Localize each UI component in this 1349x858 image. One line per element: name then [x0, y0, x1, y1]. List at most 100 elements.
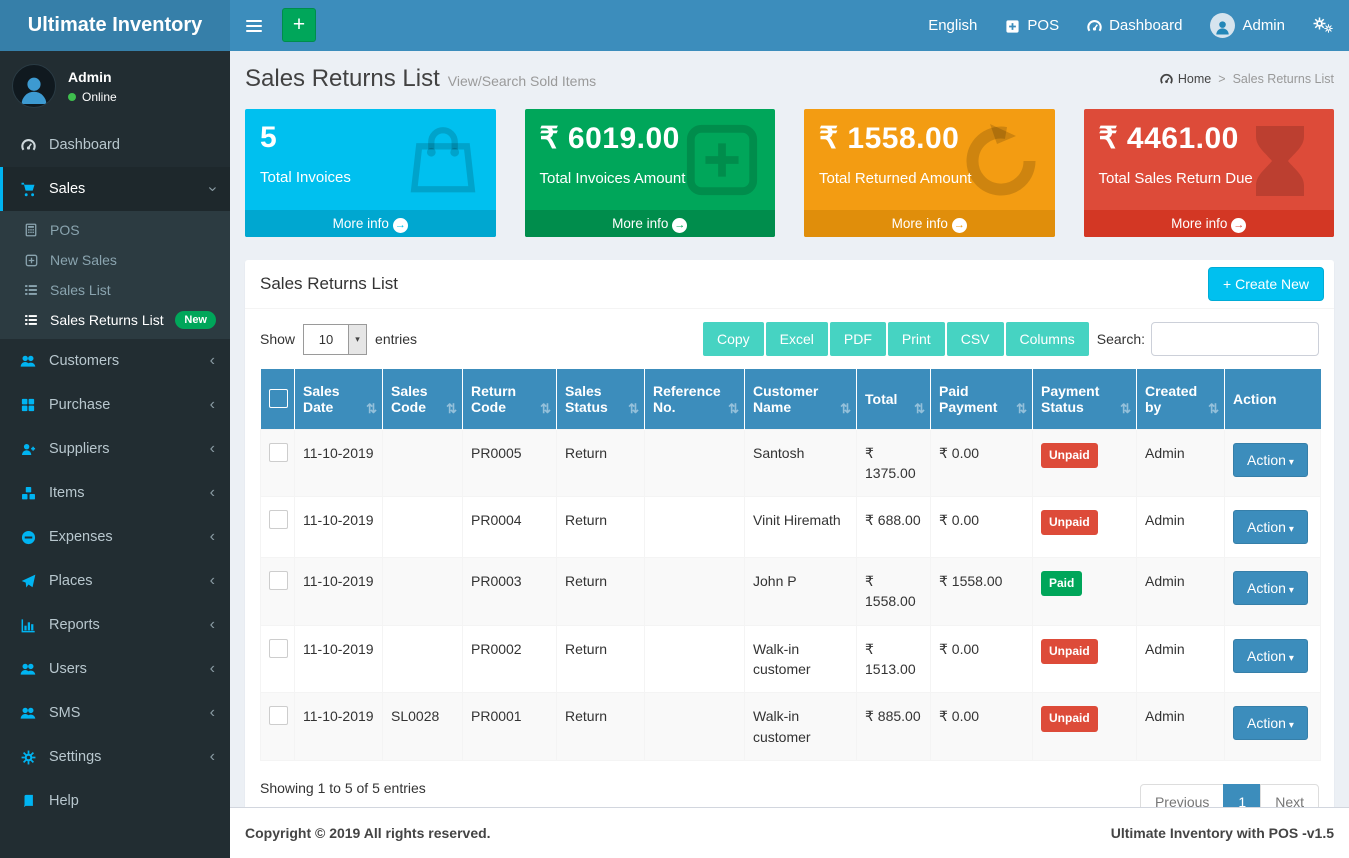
users-icon: [18, 661, 38, 677]
action-button[interactable]: Action▾: [1233, 639, 1308, 673]
breadcrumb-home[interactable]: Home: [1160, 72, 1211, 86]
table-header-row: Sales Date⇅ Sales Code⇅ Return Code⇅ Sal…: [261, 369, 1321, 429]
sidebar-item-places[interactable]: Places ‹: [0, 559, 230, 603]
panel-heading: Sales Returns List + Create New: [245, 260, 1334, 309]
nav-language[interactable]: English: [914, 0, 991, 51]
cell-action: Action▾: [1225, 429, 1321, 497]
pagination-next[interactable]: Next: [1260, 784, 1319, 807]
row-checkbox[interactable]: [269, 639, 288, 658]
grid-icon: [18, 398, 38, 412]
cell-sales-date: 11-10-2019: [295, 693, 383, 761]
create-new-button[interactable]: + Create New: [1208, 267, 1324, 301]
action-button[interactable]: Action▾: [1233, 443, 1308, 477]
app-logo[interactable]: Ultimate Inventory: [0, 0, 230, 51]
nav-settings[interactable]: [1299, 0, 1349, 51]
table-footer: Showing 1 to 5 of 5 entries Previous 1 N…: [260, 776, 1319, 807]
more-info-link[interactable]: More info→: [245, 210, 496, 237]
column-header-sales-status[interactable]: Sales Status⇅: [557, 369, 645, 429]
sidebar-item-sms[interactable]: SMS ‹: [0, 691, 230, 735]
sort-icon: ⇅: [840, 401, 851, 417]
select-all-checkbox[interactable]: [269, 389, 288, 408]
nav-pos[interactable]: POS: [991, 0, 1073, 51]
export-button[interactable]: Print: [888, 322, 945, 356]
cell-reference-no: [645, 625, 745, 693]
sidebar-item-suppliers[interactable]: Suppliers ‹: [0, 427, 230, 471]
page-footer: Copyright © 2019 All rights reserved. Ul…: [230, 807, 1349, 858]
cell-sales-code: SL0028: [383, 693, 463, 761]
cell-created-by: Admin: [1137, 625, 1225, 693]
cell-customer-name: John P: [745, 558, 857, 626]
cubes-icon: [18, 486, 38, 501]
circle-arrow-icon: →: [393, 218, 408, 233]
column-header-customer-name[interactable]: Customer Name⇅: [745, 369, 857, 429]
column-header-paid-payment[interactable]: Paid Payment⇅: [931, 369, 1033, 429]
pagination-page-1[interactable]: 1: [1223, 784, 1261, 807]
sidebar-item-sales[interactable]: Sales ‹: [0, 167, 230, 211]
column-header-reference-no[interactable]: Reference No.⇅: [645, 369, 745, 429]
export-button[interactable]: CSV: [947, 322, 1004, 356]
export-button[interactable]: Columns: [1006, 322, 1089, 356]
page-length-select[interactable]: 10 ▾: [303, 324, 367, 355]
sort-icon: ⇅: [1120, 401, 1131, 417]
sidebar-item-sales-returns-list[interactable]: Sales Returns List New: [0, 305, 230, 335]
row-checkbox[interactable]: [269, 510, 288, 529]
version-text: Ultimate Inventory with POS -v1.5: [1111, 825, 1334, 841]
sidebar-item-pos[interactable]: POS: [0, 215, 230, 245]
column-header-sales-date[interactable]: Sales Date⇅: [295, 369, 383, 429]
search-label: Search:: [1097, 331, 1145, 347]
sidebar-item-purchase[interactable]: Purchase ‹: [0, 383, 230, 427]
sidebar-item-settings[interactable]: Settings ‹: [0, 735, 230, 779]
sidebar-item-help[interactable]: Help: [0, 779, 230, 823]
sidebar-toggle-icon[interactable]: [230, 0, 278, 51]
pagination-previous[interactable]: Previous: [1140, 784, 1224, 807]
export-button[interactable]: Copy: [703, 322, 764, 356]
cell-sales-status: Return: [557, 693, 645, 761]
sidebar-item-dashboard[interactable]: Dashboard: [0, 123, 230, 167]
export-button[interactable]: Excel: [766, 322, 828, 356]
sort-icon: ⇅: [366, 401, 377, 417]
cell-return-code: PR0003: [463, 558, 557, 626]
more-info-link[interactable]: More info→: [804, 210, 1055, 237]
sidebar-item-sales-list[interactable]: Sales List: [0, 275, 230, 305]
cell-payment-status: Unpaid: [1033, 693, 1137, 761]
quick-add-button[interactable]: +: [282, 8, 316, 42]
sidebar-item-expenses[interactable]: Expenses ‹: [0, 515, 230, 559]
sort-icon: ⇅: [728, 401, 739, 417]
search-input[interactable]: [1151, 322, 1319, 356]
row-checkbox[interactable]: [269, 706, 288, 725]
action-button[interactable]: Action▾: [1233, 706, 1308, 740]
sidebar-item-reports[interactable]: Reports ‹: [0, 603, 230, 647]
cell-created-by: Admin: [1137, 558, 1225, 626]
cell-payment-status: Paid: [1033, 558, 1137, 626]
action-button[interactable]: Action▾: [1233, 571, 1308, 605]
nav-user[interactable]: Admin: [1196, 0, 1299, 51]
page-length-control: Show 10 ▾ entries: [260, 324, 417, 355]
nav-dashboard[interactable]: Dashboard: [1073, 0, 1196, 51]
export-button[interactable]: PDF: [830, 322, 886, 356]
column-header-total[interactable]: Total⇅: [857, 369, 931, 429]
cell-return-code: PR0005: [463, 429, 557, 497]
column-header-sales-code[interactable]: Sales Code⇅: [383, 369, 463, 429]
sidebar-item-users[interactable]: Users ‹: [0, 647, 230, 691]
row-select-cell: [261, 558, 295, 626]
column-header-return-code[interactable]: Return Code⇅: [463, 369, 557, 429]
more-info-link[interactable]: More info→: [1084, 210, 1335, 237]
tachometer-icon: [1087, 17, 1102, 34]
column-header-created-by[interactable]: Created by⇅: [1137, 369, 1225, 429]
row-checkbox[interactable]: [269, 443, 288, 462]
plus-square-icon: [1005, 17, 1020, 34]
column-header-payment-status[interactable]: Payment Status⇅: [1033, 369, 1137, 429]
more-info-link[interactable]: More info→: [525, 210, 776, 237]
tachometer-icon: [18, 138, 38, 153]
action-button[interactable]: Action▾: [1233, 510, 1308, 544]
sidebar-item-new-sales[interactable]: New Sales: [0, 245, 230, 275]
row-checkbox[interactable]: [269, 571, 288, 590]
stat-cards-row: 5 Total Invoices More info→ ₹ 6019.00 To…: [245, 109, 1334, 237]
cell-sales-code: [383, 558, 463, 626]
payment-status-badge: Unpaid: [1041, 706, 1098, 731]
stat-value: ₹ 6019.00: [540, 121, 761, 156]
sidebar-item-items[interactable]: Items ‹: [0, 471, 230, 515]
stat-label: Total Invoices: [260, 169, 481, 186]
sidebar-item-customers[interactable]: Customers ‹: [0, 339, 230, 383]
page-subtitle: View/Search Sold Items: [448, 73, 596, 89]
